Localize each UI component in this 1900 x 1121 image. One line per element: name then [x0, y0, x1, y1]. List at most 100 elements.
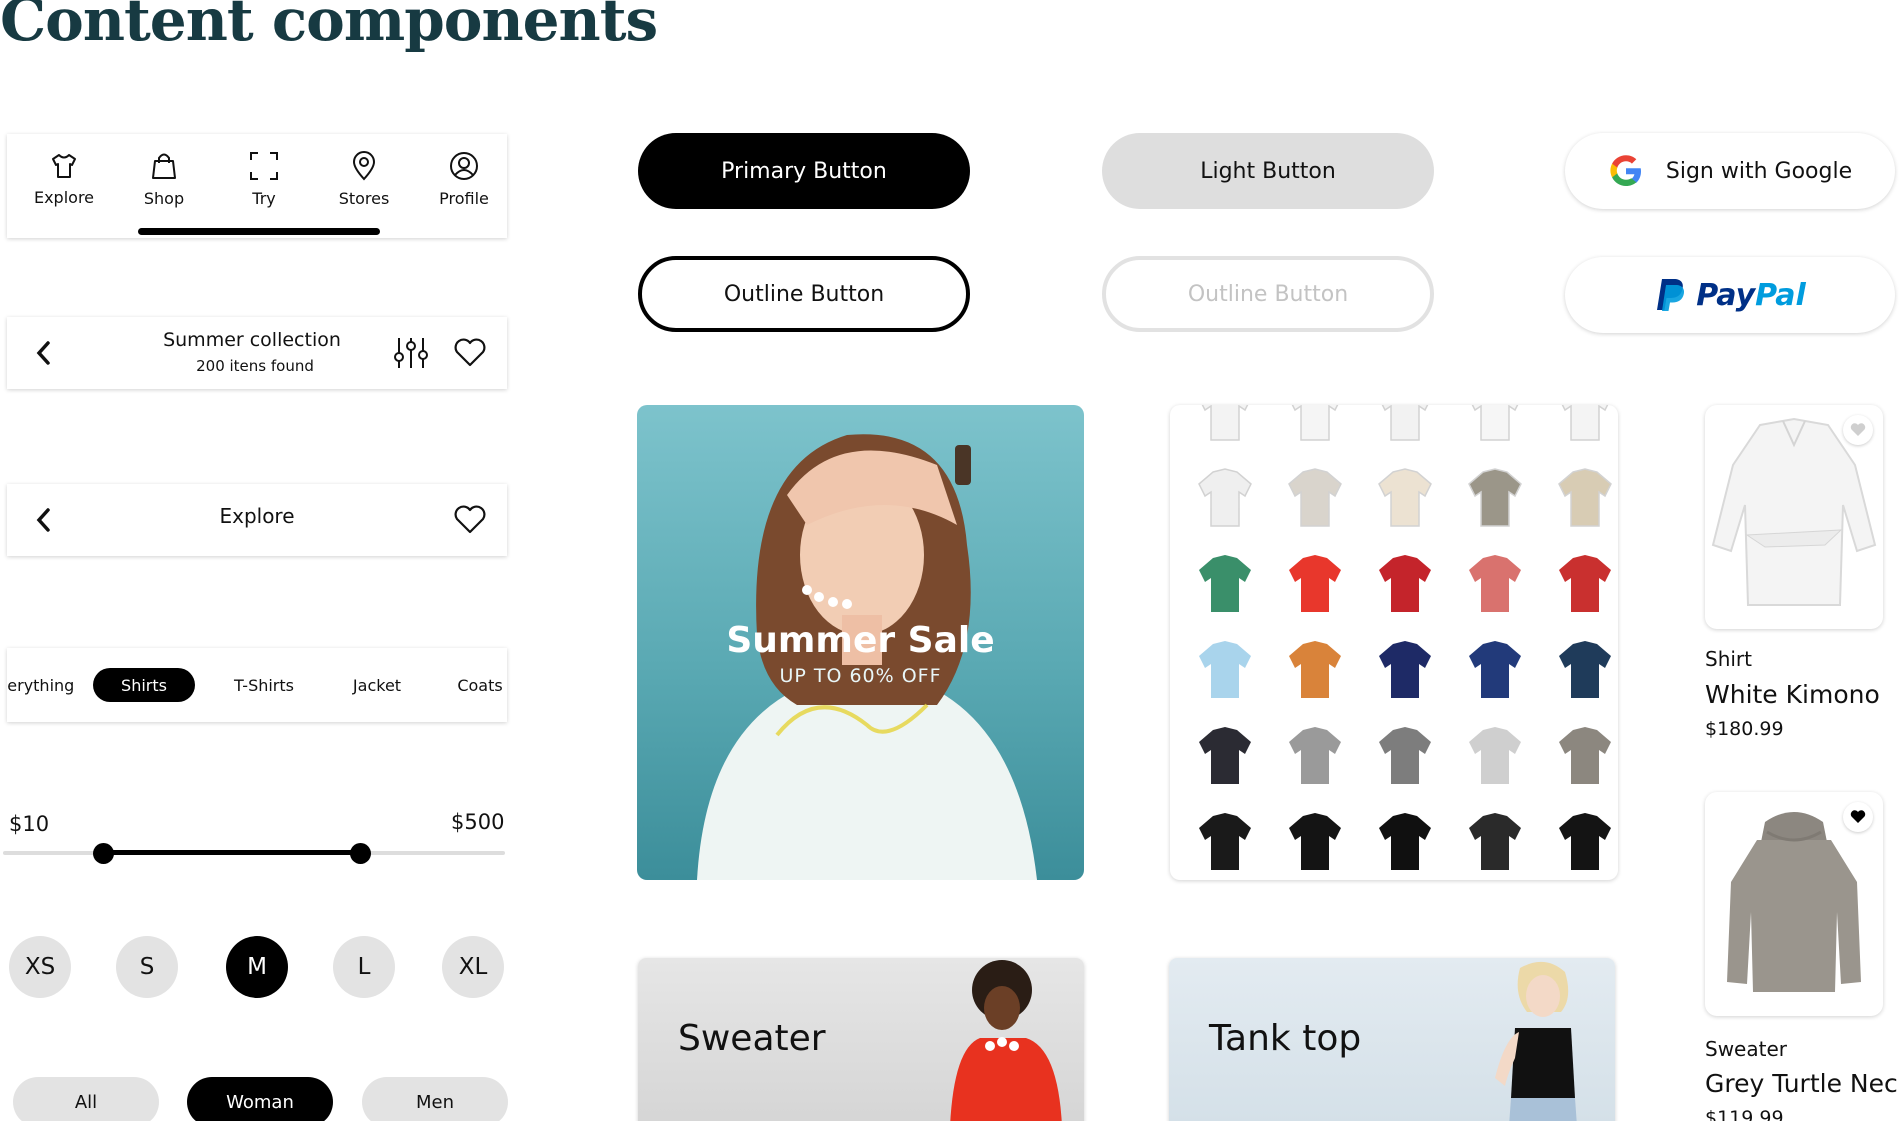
category-chip-everything[interactable]: Everything: [7, 668, 77, 702]
summer-sale-banner[interactable]: Summer Sale UP TO 60% OFF: [637, 405, 1084, 880]
product-category: Sweater: [1705, 1037, 1787, 1061]
gender-option-all[interactable]: All: [13, 1077, 159, 1121]
product-thumbnail[interactable]: [1190, 549, 1260, 619]
category-chip-tshirts[interactable]: T-Shirts: [214, 668, 314, 702]
product-thumbnail[interactable]: [1550, 635, 1618, 705]
product-thumbnail[interactable]: [1190, 635, 1260, 705]
paypal-button[interactable]: PayPal: [1565, 257, 1895, 333]
product-thumbnail[interactable]: [1460, 807, 1530, 877]
price-slider-max-handle[interactable]: [350, 843, 371, 864]
favorite-toggle[interactable]: [1843, 415, 1873, 445]
category-chip-coats[interactable]: Coats: [444, 668, 507, 702]
garment-icon: [1558, 468, 1612, 527]
google-signin-button[interactable]: Sign with Google: [1565, 133, 1895, 209]
product-price: $119.99: [1705, 1107, 1784, 1121]
product-thumbnail[interactable]: [1460, 721, 1530, 791]
nav-label: Shop: [143, 188, 185, 208]
google-logo-icon: [1610, 155, 1641, 186]
product-thumbnail-grid: [1170, 405, 1618, 880]
outline-button-disabled: Outline Button: [1102, 256, 1434, 332]
nav-item-profile[interactable]: Profile: [414, 134, 514, 224]
garment-icon: [1199, 813, 1251, 870]
garment-icon: [1288, 468, 1342, 527]
model-photo: [950, 960, 1062, 1121]
garment-icon: [1199, 641, 1251, 698]
filter-sliders-icon[interactable]: [393, 336, 429, 370]
google-button-label: Sign with Google: [1665, 158, 1853, 184]
garment-icon: [1289, 555, 1341, 612]
product-thumbnail[interactable]: [1280, 549, 1350, 619]
product-thumbnail[interactable]: [1190, 807, 1260, 877]
nav-label: Explore: [33, 187, 95, 207]
heart-icon[interactable]: [453, 337, 487, 369]
product-card[interactable]: [1705, 792, 1883, 1016]
light-button[interactable]: Light Button: [1102, 133, 1434, 209]
product-thumbnail[interactable]: [1370, 721, 1440, 791]
size-option-l[interactable]: L: [333, 936, 395, 998]
heart-icon[interactable]: [453, 504, 487, 536]
nav-label: Try: [252, 188, 276, 208]
price-slider-range: [103, 850, 361, 855]
garment-icon: [1559, 813, 1611, 870]
collection-title: Summer collection: [163, 329, 341, 351]
garment-icon: [1469, 641, 1521, 698]
nav-item-explore[interactable]: Explore: [14, 134, 114, 224]
primary-button[interactable]: Primary Button: [638, 133, 970, 209]
product-thumbnail[interactable]: [1280, 405, 1350, 447]
product-thumbnail[interactable]: [1370, 635, 1440, 705]
product-thumbnail[interactable]: [1190, 721, 1260, 791]
product-thumbnail[interactable]: [1370, 549, 1440, 619]
garment-icon: [1199, 555, 1251, 612]
banner-label: Tank top: [1209, 1018, 1362, 1059]
product-thumbnail[interactable]: [1280, 463, 1350, 533]
favorite-toggle[interactable]: [1843, 802, 1873, 832]
size-option-xl[interactable]: XL: [442, 936, 504, 998]
category-chip-shirts[interactable]: Shirts: [93, 668, 195, 702]
product-thumbnail[interactable]: [1460, 405, 1530, 447]
garment-icon: [1469, 813, 1521, 870]
product-thumbnail[interactable]: [1280, 807, 1350, 877]
product-thumbnail[interactable]: [1190, 463, 1260, 533]
shopping-bag-icon: [152, 153, 176, 179]
product-thumbnail[interactable]: [1550, 405, 1618, 447]
product-thumbnail[interactable]: [1370, 405, 1440, 447]
nav-item-try[interactable]: Try: [214, 134, 314, 224]
product-thumbnail[interactable]: [1370, 463, 1440, 533]
sale-subtitle: UP TO 60% OFF: [779, 665, 942, 687]
garment-icon: [1198, 468, 1252, 527]
garment-icon: [1201, 405, 1249, 441]
nav-label: Profile: [439, 188, 489, 208]
product-thumbnail[interactable]: [1550, 549, 1618, 619]
category-banner-tank-top[interactable]: Tank top: [1169, 958, 1615, 1121]
product-thumbnail[interactable]: [1460, 463, 1530, 533]
product-card[interactable]: [1705, 405, 1883, 629]
product-name: White Kimono: [1705, 680, 1880, 709]
bottom-nav: Explore Shop Try Stores Profile: [7, 134, 507, 238]
gender-option-men[interactable]: Men: [362, 1077, 508, 1121]
sale-title: Summer Sale: [726, 620, 995, 661]
size-option-xs[interactable]: XS: [9, 936, 71, 998]
product-thumbnail[interactable]: [1280, 721, 1350, 791]
category-banner-sweater[interactable]: Sweater: [638, 958, 1084, 1121]
product-thumbnail[interactable]: [1280, 635, 1350, 705]
gender-option-woman[interactable]: Woman: [187, 1077, 333, 1121]
product-thumbnail[interactable]: [1550, 807, 1618, 877]
price-slider-min-handle[interactable]: [93, 843, 114, 864]
size-option-m[interactable]: M: [226, 936, 288, 998]
user-circle-icon: [450, 151, 478, 180]
garment-icon: [1469, 727, 1521, 784]
nav-item-shop[interactable]: Shop: [114, 134, 214, 224]
banner-label: Sweater: [678, 1018, 826, 1059]
product-thumbnail[interactable]: [1460, 635, 1530, 705]
product-thumbnail[interactable]: [1370, 807, 1440, 877]
product-thumbnail[interactable]: [1550, 721, 1618, 791]
nav-item-stores[interactable]: Stores: [314, 134, 414, 224]
category-chip-jacket[interactable]: Jacket: [333, 668, 421, 702]
size-option-s[interactable]: S: [116, 936, 178, 998]
product-thumbnail[interactable]: [1190, 405, 1260, 447]
explore-title: Explore: [219, 504, 295, 528]
outline-button[interactable]: Outline Button: [638, 256, 970, 332]
product-thumbnail[interactable]: [1550, 463, 1618, 533]
product-thumbnail[interactable]: [1460, 549, 1530, 619]
heart-filled-icon: [1850, 810, 1866, 823]
